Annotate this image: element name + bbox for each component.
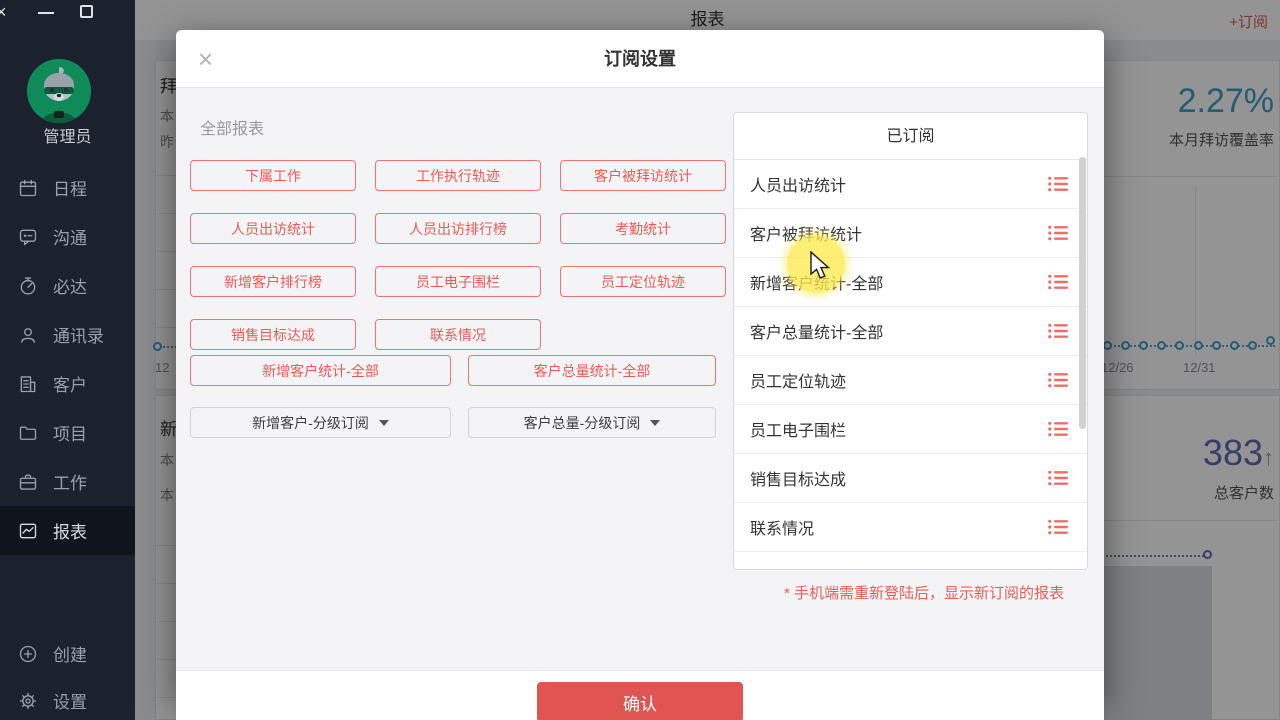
sidebar-item-label: 日程 xyxy=(53,175,87,200)
sidebar: × 管理员 日程 xyxy=(0,0,135,720)
sidebar-item-customers[interactable]: 客户 xyxy=(0,359,135,408)
window-controls: × xyxy=(0,4,135,24)
subscribed-label: 工作执行轨迹 xyxy=(750,564,1048,570)
avatar-illustration xyxy=(27,59,91,123)
subscribed-label: 员工电子围栏 xyxy=(750,417,1048,441)
report-button[interactable]: 销售目标达成 xyxy=(190,319,356,350)
modal-title: 订阅设置 xyxy=(176,30,1104,88)
sidebar-item-contacts[interactable]: 通讯录 xyxy=(0,310,135,359)
modal-footer: 确认 xyxy=(176,670,1104,720)
chevron-down-icon xyxy=(379,420,389,426)
sidebar-item-communication[interactable]: 沟通 xyxy=(0,212,135,261)
gear-icon xyxy=(18,691,38,711)
sidebar-item-label: 报表 xyxy=(53,518,87,543)
subscribed-label: 人员出访统计 xyxy=(750,172,1048,196)
dropdown-label: 客户总量-分级订阅 xyxy=(524,413,641,433)
subscription-settings-modal: 订阅设置 × 全部报表 下属工作 工作执行轨迹 客户被拜访统计 人员出访统计 人… xyxy=(176,30,1104,700)
subscribed-row[interactable]: 工作执行轨迹 xyxy=(734,552,1087,570)
stopwatch-icon xyxy=(18,276,38,296)
new-customer-level-dropdown[interactable]: 新增客户-分级订阅 xyxy=(190,407,451,438)
sidebar-item-work[interactable]: 工作 xyxy=(0,457,135,506)
list-handle-icon[interactable] xyxy=(1048,225,1069,241)
report-button[interactable]: 客户被拜访统计 xyxy=(560,160,726,191)
sidebar-item-reports[interactable]: 报表 xyxy=(0,506,135,555)
sidebar-item-schedule[interactable]: 日程 xyxy=(0,163,135,212)
report-button-wide[interactable]: 客户总量统计-全部 xyxy=(468,355,716,386)
report-button[interactable]: 人员出访统计 xyxy=(190,213,356,244)
window-close-icon[interactable]: × xyxy=(0,2,7,23)
subscribed-label: 销售目标达成 xyxy=(750,466,1048,490)
subscribed-label: 联系情况 xyxy=(750,515,1048,539)
subscribed-label: 员工定位轨迹 xyxy=(750,368,1048,392)
list-handle-icon[interactable] xyxy=(1048,274,1069,290)
sidebar-item-create[interactable]: 创建 xyxy=(0,630,135,677)
report-button[interactable]: 员工定位轨迹 xyxy=(560,266,726,297)
sidebar-menu: 日程 沟通 必达 通讯录 客户 项目 xyxy=(0,163,135,555)
subscribed-panel: 已订阅 人员出访统计 客户被拜访统计 新增客户统计-全部 客户总量统计-全部 xyxy=(733,112,1088,570)
sidebar-item-label: 工作 xyxy=(53,469,87,494)
subscribed-header: 已订阅 xyxy=(734,113,1087,160)
sidebar-item-settings[interactable]: 设置 xyxy=(0,677,135,720)
report-button[interactable]: 下属工作 xyxy=(190,160,356,191)
app-window: × 管理员 日程 xyxy=(0,0,1280,720)
chart-icon xyxy=(18,521,38,541)
user-name: 管理员 xyxy=(0,123,135,147)
scrollbar-thumb[interactable] xyxy=(1079,157,1086,429)
subscribed-row[interactable]: 联系情况 xyxy=(734,503,1087,552)
list-handle-icon[interactable] xyxy=(1048,519,1069,535)
subscribed-row[interactable]: 销售目标达成 xyxy=(734,454,1087,503)
customer-total-level-dropdown[interactable]: 客户总量-分级订阅 xyxy=(468,407,716,438)
sidebar-item-label: 客户 xyxy=(53,371,87,396)
report-button-grid: 下属工作 工作执行轨迹 客户被拜访统计 人员出访统计 人员出访排行榜 考勤统计 … xyxy=(190,160,726,350)
subscribed-row[interactable]: 客户总量统计-全部 xyxy=(734,307,1087,356)
list-handle-icon[interactable] xyxy=(1048,421,1069,437)
modal-header: 订阅设置 × xyxy=(176,30,1104,88)
report-button[interactable]: 员工电子围栏 xyxy=(375,266,541,297)
subscribed-row[interactable]: 人员出访统计 xyxy=(734,160,1087,209)
sidebar-item-label: 创建 xyxy=(53,641,87,666)
report-button[interactable]: 工作执行轨迹 xyxy=(375,160,541,191)
report-button[interactable]: 联系情况 xyxy=(375,319,541,350)
list-handle-icon[interactable] xyxy=(1048,470,1069,486)
report-button[interactable]: 新增客户排行榜 xyxy=(190,266,356,297)
report-button-wide[interactable]: 新增客户统计-全部 xyxy=(190,355,451,386)
subscribed-label: 客户总量统计-全部 xyxy=(750,319,1048,343)
window-minimize-icon[interactable] xyxy=(38,12,54,14)
subscribed-row[interactable]: 员工定位轨迹 xyxy=(734,356,1087,405)
contacts-icon xyxy=(18,325,38,345)
subscribed-row[interactable]: 客户被拜访统计 xyxy=(734,209,1087,258)
sidebar-footer-menu: 创建 设置 xyxy=(0,630,135,720)
sidebar-item-bida[interactable]: 必达 xyxy=(0,261,135,310)
list-handle-icon[interactable] xyxy=(1048,176,1069,192)
building-icon xyxy=(18,374,38,394)
list-handle-icon[interactable] xyxy=(1048,372,1069,388)
confirm-button[interactable]: 确认 xyxy=(537,682,743,720)
report-button[interactable]: 考勤统计 xyxy=(560,213,726,244)
list-handle-icon[interactable] xyxy=(1048,568,1069,570)
chevron-down-icon xyxy=(650,420,660,426)
sidebar-item-label: 通讯录 xyxy=(53,322,104,347)
sidebar-item-label: 沟通 xyxy=(53,224,87,249)
subscribed-row[interactable]: 员工电子围栏 xyxy=(734,405,1087,454)
sidebar-item-label: 必达 xyxy=(53,273,87,298)
modal-body: 全部报表 下属工作 工作执行轨迹 客户被拜访统计 人员出访统计 人员出访排行榜 … xyxy=(176,88,1104,670)
chat-icon xyxy=(18,227,38,247)
cursor-pointer xyxy=(809,251,831,281)
report-button[interactable]: 人员出访排行榜 xyxy=(375,213,541,244)
sidebar-item-label: 项目 xyxy=(53,420,87,445)
calendar-icon xyxy=(18,178,38,198)
all-reports-label: 全部报表 xyxy=(200,115,264,139)
folder-icon xyxy=(18,423,38,443)
close-icon[interactable]: × xyxy=(198,44,213,75)
dropdown-label: 新增客户-分级订阅 xyxy=(252,413,369,433)
briefcase-icon xyxy=(18,472,38,492)
window-maximize-icon[interactable] xyxy=(80,5,93,18)
sidebar-item-projects[interactable]: 项目 xyxy=(0,408,135,457)
plus-circle-icon xyxy=(18,644,38,664)
subscription-note: * 手机端需重新登陆后，显示新订阅的报表 xyxy=(784,582,1064,603)
subscribed-label: 客户被拜访统计 xyxy=(750,221,1048,245)
avatar[interactable] xyxy=(27,59,91,123)
sidebar-item-label: 设置 xyxy=(53,688,87,713)
list-handle-icon[interactable] xyxy=(1048,323,1069,339)
